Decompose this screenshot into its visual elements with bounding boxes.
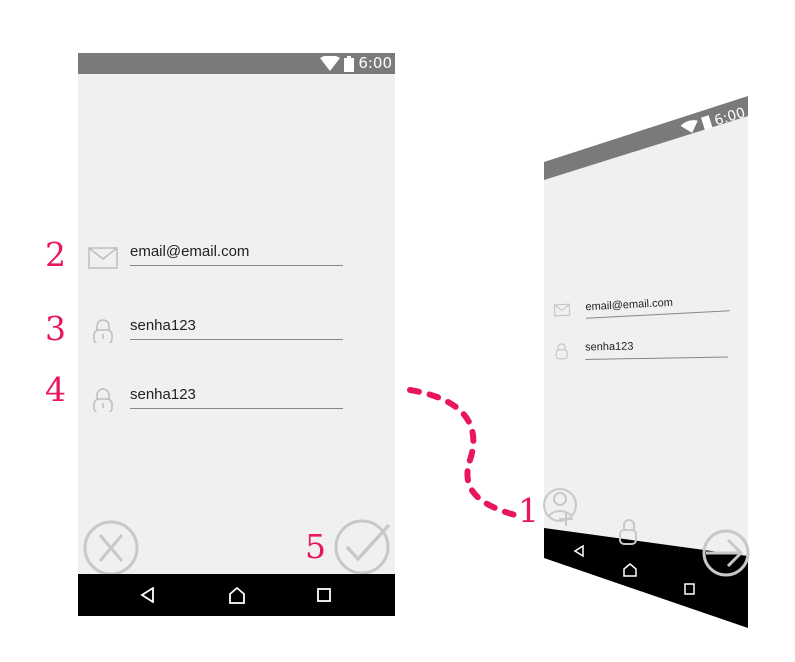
login-screen: 6:00 email@email.com senha123 <box>543 96 750 628</box>
login-password-input[interactable]: senha123 <box>585 341 634 354</box>
